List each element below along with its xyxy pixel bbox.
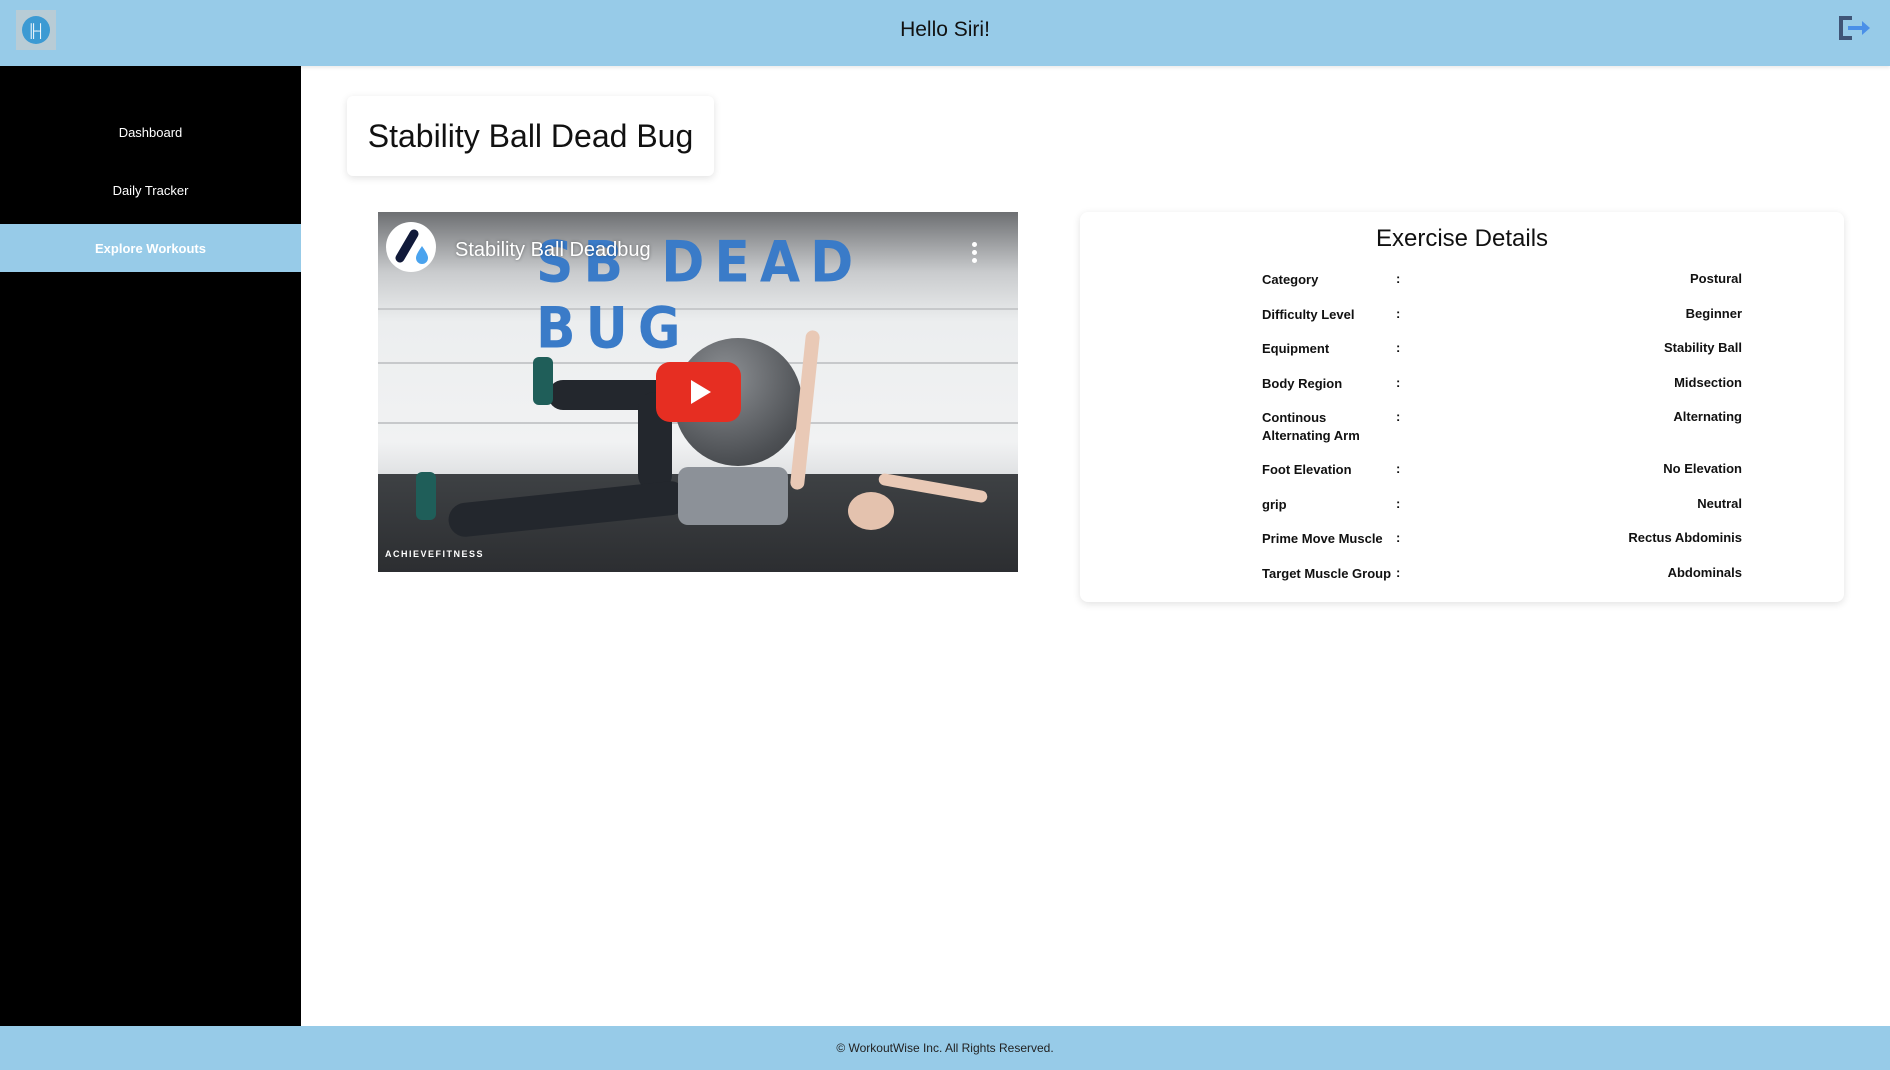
detail-separator: : (1396, 530, 1401, 545)
detail-separator: : (1396, 565, 1401, 580)
video-title[interactable]: Stability Ball Deadbug (455, 239, 651, 262)
detail-value: Rectus Abdominis (1628, 530, 1742, 545)
detail-value: Postural (1689, 271, 1742, 286)
detail-label: grip (1262, 497, 1287, 512)
detail-value: Stability Ball (1663, 340, 1742, 355)
detail-separator: : (1396, 340, 1401, 355)
detail-value: No Elevation (1663, 461, 1742, 476)
detail-value: Neutral (1697, 496, 1742, 511)
greeting-title: Hello Siri! (900, 18, 990, 41)
footer: © WorkoutWise Inc. All Rights Reserved. (0, 1026, 1890, 1070)
details-title: Exercise Details (1375, 225, 1549, 252)
detail-separator: : (1396, 409, 1401, 424)
top-header: ╟┤ Hello Siri! (0, 0, 1890, 66)
logout-icon[interactable] (1838, 16, 1872, 40)
video-player[interactable]: SB DEAD BUG Stability Ball Deadbug ACHIE… (378, 212, 1018, 572)
detail-label: Difficulty Level (1262, 307, 1355, 322)
detail-separator: : (1396, 461, 1401, 476)
detail-separator: : (1396, 271, 1401, 286)
detail-label: Continous Alternating Arm (1262, 410, 1360, 443)
sidebar-item-daily-tracker[interactable]: Daily Tracker (0, 166, 301, 214)
detail-value: Beginner (1685, 306, 1742, 321)
exercise-details-card: Exercise Details Category: Postural Diffi… (1080, 212, 1844, 602)
page-title: Stability Ball Dead Bug (347, 96, 714, 176)
sidebar-item-dashboard[interactable]: Dashboard (0, 108, 301, 156)
detail-label: Equipment (1262, 341, 1330, 356)
more-vertical-icon[interactable] (972, 242, 978, 266)
detail-value: Alternating (1673, 409, 1742, 424)
detail-label: Category (1262, 272, 1319, 287)
video-watermark: ACHIEVEFITNESS (385, 549, 485, 559)
detail-separator: : (1396, 496, 1401, 511)
youtube-play-icon[interactable] (656, 362, 741, 422)
sidebar-item-explore-workouts[interactable]: Explore Workouts (0, 224, 301, 272)
sidebar: Dashboard Daily Tracker Explore Workouts (0, 66, 301, 1026)
channel-avatar[interactable] (386, 222, 436, 272)
detail-label: Body Region (1262, 376, 1343, 391)
copyright-text: © WorkoutWise Inc. All Rights Reserved. (836, 1041, 1054, 1055)
detail-label: Foot Elevation (1262, 462, 1352, 477)
detail-label: Target Muscle Group (1262, 566, 1392, 581)
detail-separator: : (1396, 375, 1401, 390)
detail-value: Midsection (1674, 375, 1742, 390)
detail-value: Abdominals (1667, 565, 1742, 580)
detail-separator: : (1396, 306, 1401, 321)
detail-label: Prime Move Muscle (1262, 531, 1383, 546)
